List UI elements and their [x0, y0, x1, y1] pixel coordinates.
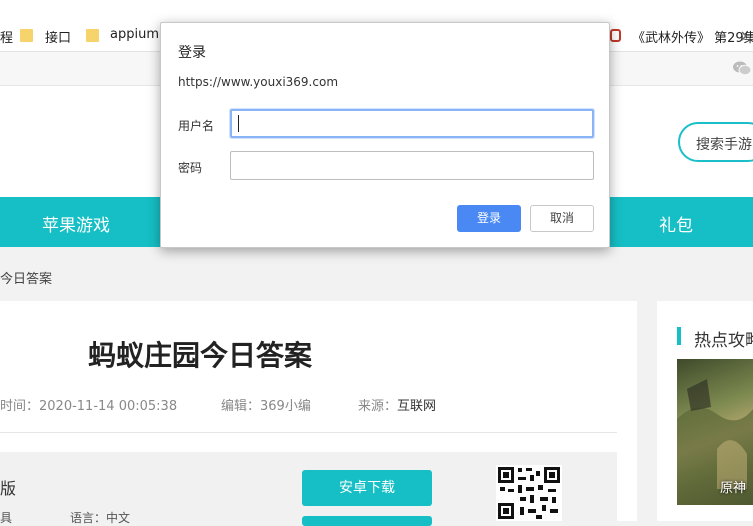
article-source: 来源：互联网 — [358, 399, 437, 414]
search-placeholder: 搜索手游... — [696, 137, 753, 153]
bookmark-item-3[interactable]: appium — [110, 27, 159, 42]
nav-item-apple-games[interactable]: 苹果游戏 — [42, 211, 110, 236]
password-field[interactable] — [230, 151, 594, 180]
dialog-url: https://www.youxi369.com — [178, 75, 339, 89]
cancel-button[interactable]: 取消 — [530, 205, 594, 232]
download-info: 具 — [0, 511, 13, 525]
username-field[interactable] — [230, 109, 594, 138]
folder-icon — [86, 29, 99, 42]
folder-icon — [20, 29, 33, 42]
dialog-title: 登录 — [178, 45, 206, 61]
bookmark-item-1[interactable]: 程 — [0, 27, 13, 46]
sidebar-accent — [677, 327, 681, 345]
text-caret — [238, 115, 239, 132]
article-editor: 编辑：369小编 — [221, 399, 311, 414]
nav-item-gifts[interactable]: 礼包 — [659, 211, 693, 236]
bookmark-item-2[interactable]: 接口 — [45, 27, 71, 46]
breadcrumb[interactable]: 今日答案 — [0, 268, 52, 287]
download-language: 语言：中文 — [70, 511, 131, 525]
android-download-button[interactable]: 安卓下载 — [302, 470, 432, 506]
wechat-icon[interactable] — [732, 60, 752, 77]
login-button[interactable]: 登录 — [457, 205, 521, 232]
bookmark-icon — [610, 29, 621, 42]
qrcode-icon — [496, 465, 562, 521]
password-label: 密码 — [178, 161, 203, 175]
sidebar-title: 热点攻略 — [694, 331, 753, 351]
login-dialog: 登录 https://www.youxi369.com 用户名 密码 登录 取消 — [160, 22, 610, 248]
page-title: 蚂蚁庄园今日答案 — [88, 339, 313, 372]
sidebar-image-caption: 原神 — [720, 481, 747, 496]
bookmark-item-4[interactable]: 《武林外传》 第29集 — [632, 27, 753, 46]
chevron-right-icon[interactable] — [738, 30, 750, 42]
search-input[interactable]: 搜索手游... — [678, 122, 753, 162]
secondary-download-button[interactable] — [302, 516, 432, 526]
divider — [0, 432, 617, 433]
article-time: 时间：2020-11-14 00:05:38 — [0, 399, 178, 414]
download-version: 版 — [0, 479, 17, 498]
username-label: 用户名 — [178, 119, 215, 133]
